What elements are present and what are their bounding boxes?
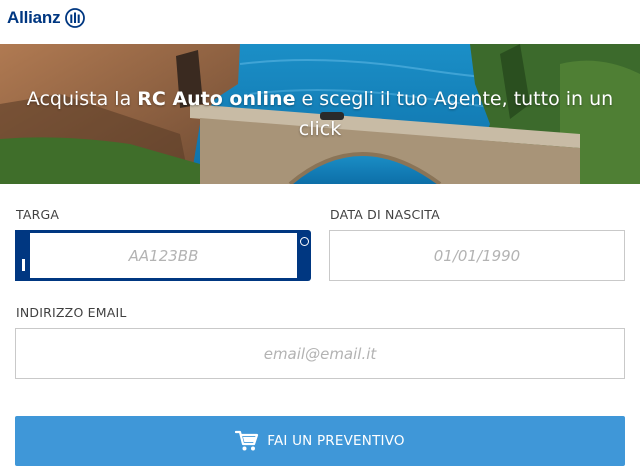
eu-flag-icon [15, 230, 30, 281]
email-field[interactable] [15, 328, 625, 379]
get-quote-label: FAI UN PREVENTIVO [267, 433, 405, 449]
hero-text-start: Acquista la [26, 88, 138, 110]
brand-name: Allianz [7, 8, 61, 27]
get-quote-button[interactable]: FAI UN PREVENTIVO [15, 416, 625, 466]
birthdate-label: DATA DI NASCITA [330, 207, 440, 222]
hero-text-highlight: RC Auto online [137, 88, 296, 110]
plate-label: TARGA [16, 207, 60, 222]
birthdate-input[interactable] [330, 231, 624, 280]
plate-country-mark [22, 259, 25, 271]
plate-input-wrapper [30, 233, 297, 278]
email-label: INDIRIZZO EMAIL [16, 305, 127, 320]
hero-banner: Acquista la RC Auto online e scegli il t… [0, 44, 640, 184]
plate-field[interactable] [15, 230, 311, 281]
hero-text-end: e scegli il tuo Agente, tutto in un clic… [295, 88, 614, 140]
email-input[interactable] [16, 329, 624, 378]
cart-icon [235, 430, 259, 451]
hero-headline: Acquista la RC Auto online e scegli il t… [0, 84, 640, 144]
plate-input[interactable] [30, 233, 297, 278]
allianz-logo[interactable]: Allianz [7, 8, 86, 28]
birthdate-field[interactable] [329, 230, 625, 281]
allianz-eagle-icon [65, 8, 86, 28]
header-bar: Allianz [0, 0, 640, 44]
plate-province-icon [300, 237, 309, 246]
